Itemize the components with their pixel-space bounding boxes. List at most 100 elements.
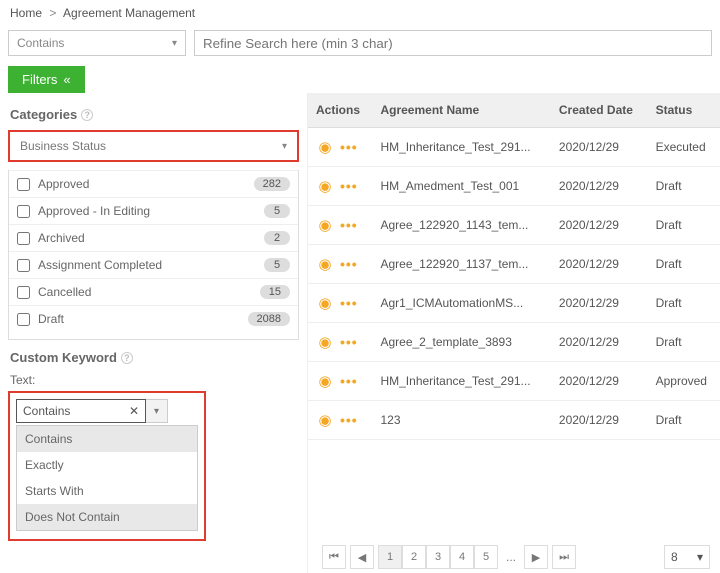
- cell-name[interactable]: Agree_2_template_3893: [372, 323, 550, 362]
- view-icon[interactable]: ◉: [316, 177, 334, 195]
- view-icon[interactable]: ◉: [316, 333, 334, 351]
- help-icon[interactable]: ?: [121, 352, 133, 364]
- cell-name[interactable]: Agr1_ICMAutomationMS...: [372, 284, 550, 323]
- more-actions-icon[interactable]: •••: [340, 334, 358, 350]
- chevron-down-icon: ▾: [172, 38, 177, 49]
- page-number-button[interactable]: 5: [474, 545, 498, 569]
- filters-sidebar: Categories ? Business Status ▾ Approved2…: [0, 93, 308, 573]
- keyword-option[interactable]: Does Not Contain: [17, 504, 197, 530]
- page-first-button[interactable]: ⏮: [322, 545, 346, 569]
- category-count: 5: [264, 204, 290, 218]
- cell-name[interactable]: HM_Inheritance_Test_291...: [372, 128, 550, 167]
- chevron-down-icon: ▾: [282, 141, 287, 152]
- category-label: Archived: [38, 231, 256, 245]
- more-actions-icon[interactable]: •••: [340, 139, 358, 155]
- categories-title: Categories ?: [10, 107, 299, 122]
- page-next-button[interactable]: ▶: [524, 545, 548, 569]
- category-count: 2: [264, 231, 290, 245]
- category-checkbox[interactable]: [17, 232, 30, 245]
- filters-toggle-button[interactable]: Filters «: [8, 66, 85, 93]
- category-field-value: Business Status: [20, 139, 106, 153]
- more-actions-icon[interactable]: •••: [340, 217, 358, 233]
- cell-status: Executed: [648, 128, 720, 167]
- col-name[interactable]: Agreement Name: [372, 93, 550, 128]
- page-number-button[interactable]: 4: [450, 545, 474, 569]
- col-status[interactable]: Status: [648, 93, 720, 128]
- col-date[interactable]: Created Date: [551, 93, 648, 128]
- results-table: Actions Agreement Name Created Date Stat…: [308, 93, 720, 440]
- table-row[interactable]: ◉•••Agr1_ICMAutomationMS...2020/12/29Dra…: [308, 284, 720, 323]
- page-number-button[interactable]: 3: [426, 545, 450, 569]
- text-label: Text:: [10, 373, 299, 387]
- more-actions-icon[interactable]: •••: [340, 295, 358, 311]
- more-actions-icon[interactable]: •••: [340, 412, 358, 428]
- search-row: Contains ▾: [0, 26, 720, 64]
- table-row[interactable]: ◉•••Agree_2_template_38932020/12/29Draft: [308, 323, 720, 362]
- search-input[interactable]: [194, 30, 712, 56]
- cell-date: 2020/12/29: [551, 128, 648, 167]
- category-option[interactable]: Assignment Completed5: [9, 251, 298, 278]
- category-checkbox[interactable]: [17, 313, 30, 326]
- view-icon[interactable]: ◉: [316, 411, 334, 429]
- col-actions[interactable]: Actions: [308, 93, 372, 128]
- breadcrumb-current[interactable]: Agreement Management: [63, 6, 195, 20]
- cell-status: Draft: [648, 323, 720, 362]
- cell-name[interactable]: HM_Amedment_Test_001: [372, 167, 550, 206]
- cell-name[interactable]: Agree_122920_1143_tem...: [372, 206, 550, 245]
- category-checkbox[interactable]: [17, 259, 30, 272]
- category-options-list[interactable]: Approved282Approved - In Editing5Archive…: [8, 170, 299, 340]
- keyword-mode-input: Contains ✕ ▾: [16, 399, 198, 423]
- cell-name[interactable]: 123: [372, 401, 550, 440]
- category-checkbox[interactable]: [17, 286, 30, 299]
- cell-status: Draft: [648, 401, 720, 440]
- category-option[interactable]: Approved282: [9, 170, 298, 197]
- keyword-option[interactable]: Starts With: [17, 478, 197, 504]
- cell-name[interactable]: Agree_122920_1137_tem...: [372, 245, 550, 284]
- page-prev-button[interactable]: ◀: [350, 545, 374, 569]
- page-number-button[interactable]: 2: [402, 545, 426, 569]
- category-count: 15: [260, 285, 290, 299]
- category-label: Draft: [38, 312, 240, 326]
- table-row[interactable]: ◉•••HM_Inheritance_Test_291...2020/12/29…: [308, 362, 720, 401]
- table-row[interactable]: ◉ ••• HM_Inheritance_Test_291...2020/12/29…: [308, 128, 720, 167]
- help-icon[interactable]: ?: [81, 109, 93, 121]
- category-count: 2088: [248, 312, 290, 326]
- category-option[interactable]: Archived 2: [9, 224, 298, 251]
- custom-keyword-title: Custom Keyword ?: [10, 350, 299, 365]
- view-icon[interactable]: ◉: [316, 372, 334, 390]
- clear-icon[interactable]: ✕: [129, 404, 139, 418]
- category-option[interactable]: Cancelled15: [9, 278, 298, 305]
- keyword-mode-value: Contains: [23, 404, 70, 418]
- view-icon[interactable]: ◉: [316, 255, 334, 273]
- category-label: Assignment Completed: [38, 258, 256, 272]
- page-number-button[interactable]: 1: [378, 545, 402, 569]
- view-icon[interactable]: ◉: [316, 138, 334, 156]
- table-row[interactable]: ◉•••Agree_122920_1143_tem...2020/12/29Dr…: [308, 206, 720, 245]
- category-field-select[interactable]: Business Status ▾: [8, 130, 299, 162]
- keyword-option[interactable]: Contains: [17, 426, 197, 452]
- category-checkbox[interactable]: [17, 178, 30, 191]
- cell-date: 2020/12/29: [551, 284, 648, 323]
- table-row[interactable]: ◉•••1232020/12/29Draft: [308, 401, 720, 440]
- page-size-select[interactable]: 8 ▾: [664, 545, 710, 569]
- category-label: Approved: [38, 177, 246, 191]
- view-icon[interactable]: ◉: [316, 216, 334, 234]
- breadcrumb-home[interactable]: Home: [10, 6, 42, 20]
- category-option[interactable]: Draft 2088: [9, 305, 298, 332]
- keyword-option[interactable]: Exactly: [17, 452, 197, 478]
- more-actions-icon[interactable]: •••: [340, 373, 358, 389]
- table-row[interactable]: ◉•••HM_Amedment_Test_0012020/12/29Draft: [308, 167, 720, 206]
- view-icon[interactable]: ◉: [316, 294, 334, 312]
- page-last-button[interactable]: ⏭: [552, 545, 576, 569]
- table-row[interactable]: ◉•••Agree_122920_1137_tem...2020/12/29Dr…: [308, 245, 720, 284]
- breadcrumb: Home > Agreement Management: [0, 0, 720, 26]
- cell-name[interactable]: HM_Inheritance_Test_291...: [372, 362, 550, 401]
- more-actions-icon[interactable]: •••: [340, 178, 358, 194]
- collapse-icon: «: [63, 72, 70, 87]
- category-option[interactable]: Approved - In Editing5: [9, 197, 298, 224]
- more-actions-icon[interactable]: •••: [340, 256, 358, 272]
- keyword-dropdown-button[interactable]: ▾: [146, 399, 168, 423]
- keyword-mode-textbox[interactable]: Contains ✕: [16, 399, 146, 423]
- category-checkbox[interactable]: [17, 205, 30, 218]
- search-mode-select[interactable]: Contains ▾: [8, 30, 186, 56]
